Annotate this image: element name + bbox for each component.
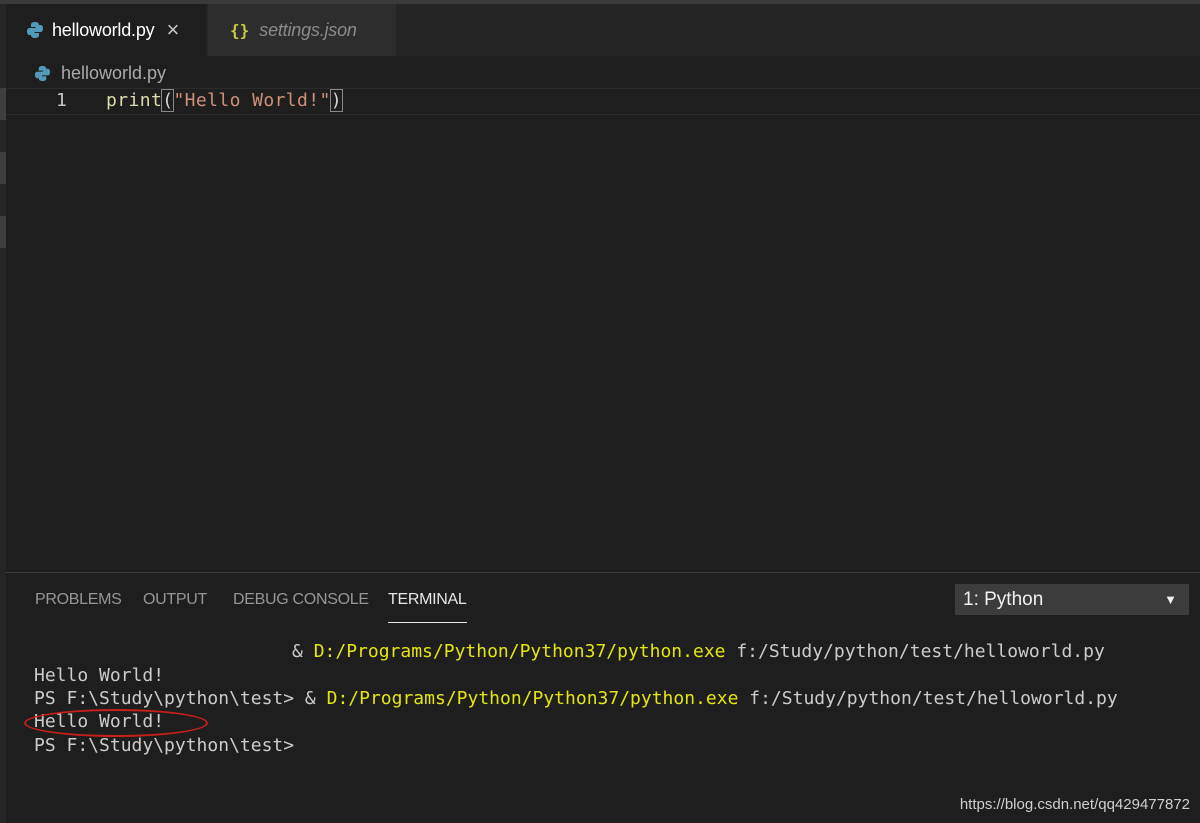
tab-settings-json[interactable]: {} settings.json <box>208 4 396 56</box>
tab-debug-console[interactable]: DEBUG CONSOLE <box>233 591 369 623</box>
vscode-window: helloworld.py × {} settings.json hellowo… <box>0 0 1200 823</box>
terminal-prompt: PS F:\Study\python\test> <box>34 735 295 756</box>
left-edge-mark <box>0 216 6 248</box>
annotation-ellipse <box>24 709 208 737</box>
terminal-output: Hello World! <box>34 665 165 686</box>
code-close-paren: ) <box>329 89 344 112</box>
terminal-exe-path: D:/Programs/Python/Python37/python.exe <box>313 641 726 662</box>
terminal-prompt: PS F:\Study\python\test> & <box>34 688 327 709</box>
tab-label: helloworld.py <box>52 19 155 40</box>
terminal-select-value: 1: Python <box>963 588 1044 610</box>
editor-tab-bar: helloworld.py × {} settings.json <box>6 4 1200 56</box>
breadcrumb[interactable]: helloworld.py <box>34 61 166 85</box>
watermark: https://blog.csdn.net/qq429477872 <box>959 796 1190 813</box>
code-string-token: "Hello World!" <box>173 90 331 111</box>
python-icon <box>27 22 43 38</box>
bottom-panel: PROBLEMS OUTPUT DEBUG CONSOLE TERMINAL 1… <box>6 572 1200 823</box>
left-edge-mark <box>0 152 6 184</box>
terminal-text: & <box>292 641 314 662</box>
close-icon[interactable]: × <box>166 19 179 41</box>
tab-terminal[interactable]: TERMINAL <box>388 591 467 623</box>
json-braces-icon: {} <box>230 20 250 40</box>
tab-label: settings.json <box>259 19 357 40</box>
terminal-text: f:/Study/python/test/helloworld.py <box>725 641 1105 662</box>
terminal-select[interactable]: 1: Python ▼ <box>955 584 1189 615</box>
tab-helloworld-py[interactable]: helloworld.py × <box>6 4 206 56</box>
tab-problems[interactable]: PROBLEMS <box>35 591 122 623</box>
code-open-paren: ( <box>161 89 175 112</box>
python-icon <box>34 65 51 81</box>
breadcrumb-label: helloworld.py <box>61 62 167 83</box>
chevron-down-icon: ▼ <box>1164 592 1177 607</box>
tab-output[interactable]: OUTPUT <box>143 591 207 623</box>
terminal-line: PS F:\Study\python\test> & D:/Programs/P… <box>34 688 1118 709</box>
code-line[interactable]: print("Hello World!") <box>106 89 344 112</box>
line-number: 1 <box>56 90 67 111</box>
terminal-exe-path: D:/Programs/Python/Python37/python.exe <box>326 688 739 709</box>
code-function-token: print <box>106 90 163 111</box>
terminal-line: & D:/Programs/Python/Python37/python.exe… <box>292 641 1105 662</box>
terminal-text: f:/Study/python/test/helloworld.py <box>738 688 1118 709</box>
